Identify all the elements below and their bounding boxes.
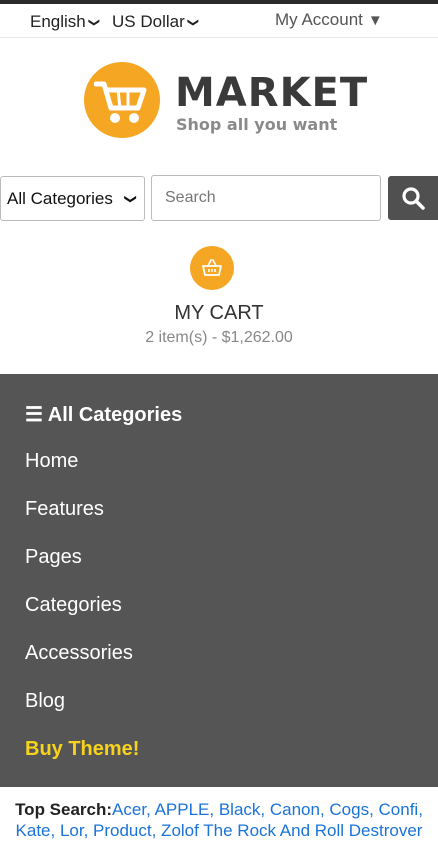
caret-down-icon: ▼ <box>367 11 383 29</box>
menu-item-blog[interactable]: Blog <box>25 690 65 713</box>
menu-item-pages[interactable]: Pages <box>25 546 82 569</box>
my-account-label: My Account <box>275 10 363 29</box>
menu-item-features[interactable]: Features <box>25 498 104 521</box>
chevron-down-icon: ❯ <box>87 17 100 27</box>
category-menu: ☰ All Categories Home Features Pages Cat… <box>0 374 438 787</box>
cart-button[interactable] <box>190 246 234 290</box>
shopping-cart-icon <box>84 62 160 138</box>
menu-item-accessories[interactable]: Accessories <box>25 642 133 665</box>
cart-title[interactable]: MY CART <box>0 302 438 325</box>
basket-icon <box>202 259 222 276</box>
chevron-down-icon: ❯ <box>186 17 199 27</box>
search-icon <box>402 187 425 210</box>
top-search: Top Search:Acer, APPLE, Black, Canon, Co… <box>10 799 428 841</box>
top-search-label: Top Search: <box>15 800 113 819</box>
search-input[interactable] <box>151 175 381 221</box>
top-bar: English ❯ US Dollar ❯ My Account ▼ <box>0 0 438 38</box>
search-button[interactable] <box>388 176 438 220</box>
chevron-down-icon: ❯ <box>123 193 138 204</box>
menu-item-home[interactable]: Home <box>25 450 78 473</box>
currency-select[interactable]: US Dollar ❯ <box>112 11 199 33</box>
language-select[interactable]: English ❯ <box>30 11 100 33</box>
currency-value: US Dollar <box>112 12 185 31</box>
category-select[interactable]: All Categories ❯ <box>0 176 145 221</box>
language-value: English <box>30 12 86 31</box>
logo-title: MARKET <box>175 70 369 116</box>
category-value: All Categories <box>7 188 113 208</box>
all-categories-toggle[interactable]: ☰ All Categories <box>25 402 182 427</box>
cart-summary[interactable]: 2 item(s) - $1,262.00 <box>0 329 438 347</box>
menu-item-categories[interactable]: Categories <box>25 594 122 617</box>
logo-tagline: Shop all you want <box>176 115 338 134</box>
buy-theme-link[interactable]: Buy Theme! <box>25 738 139 761</box>
my-account-link[interactable]: My Account ▼ <box>275 10 383 30</box>
market-logo[interactable]: MARKET Shop all you want <box>84 62 367 140</box>
